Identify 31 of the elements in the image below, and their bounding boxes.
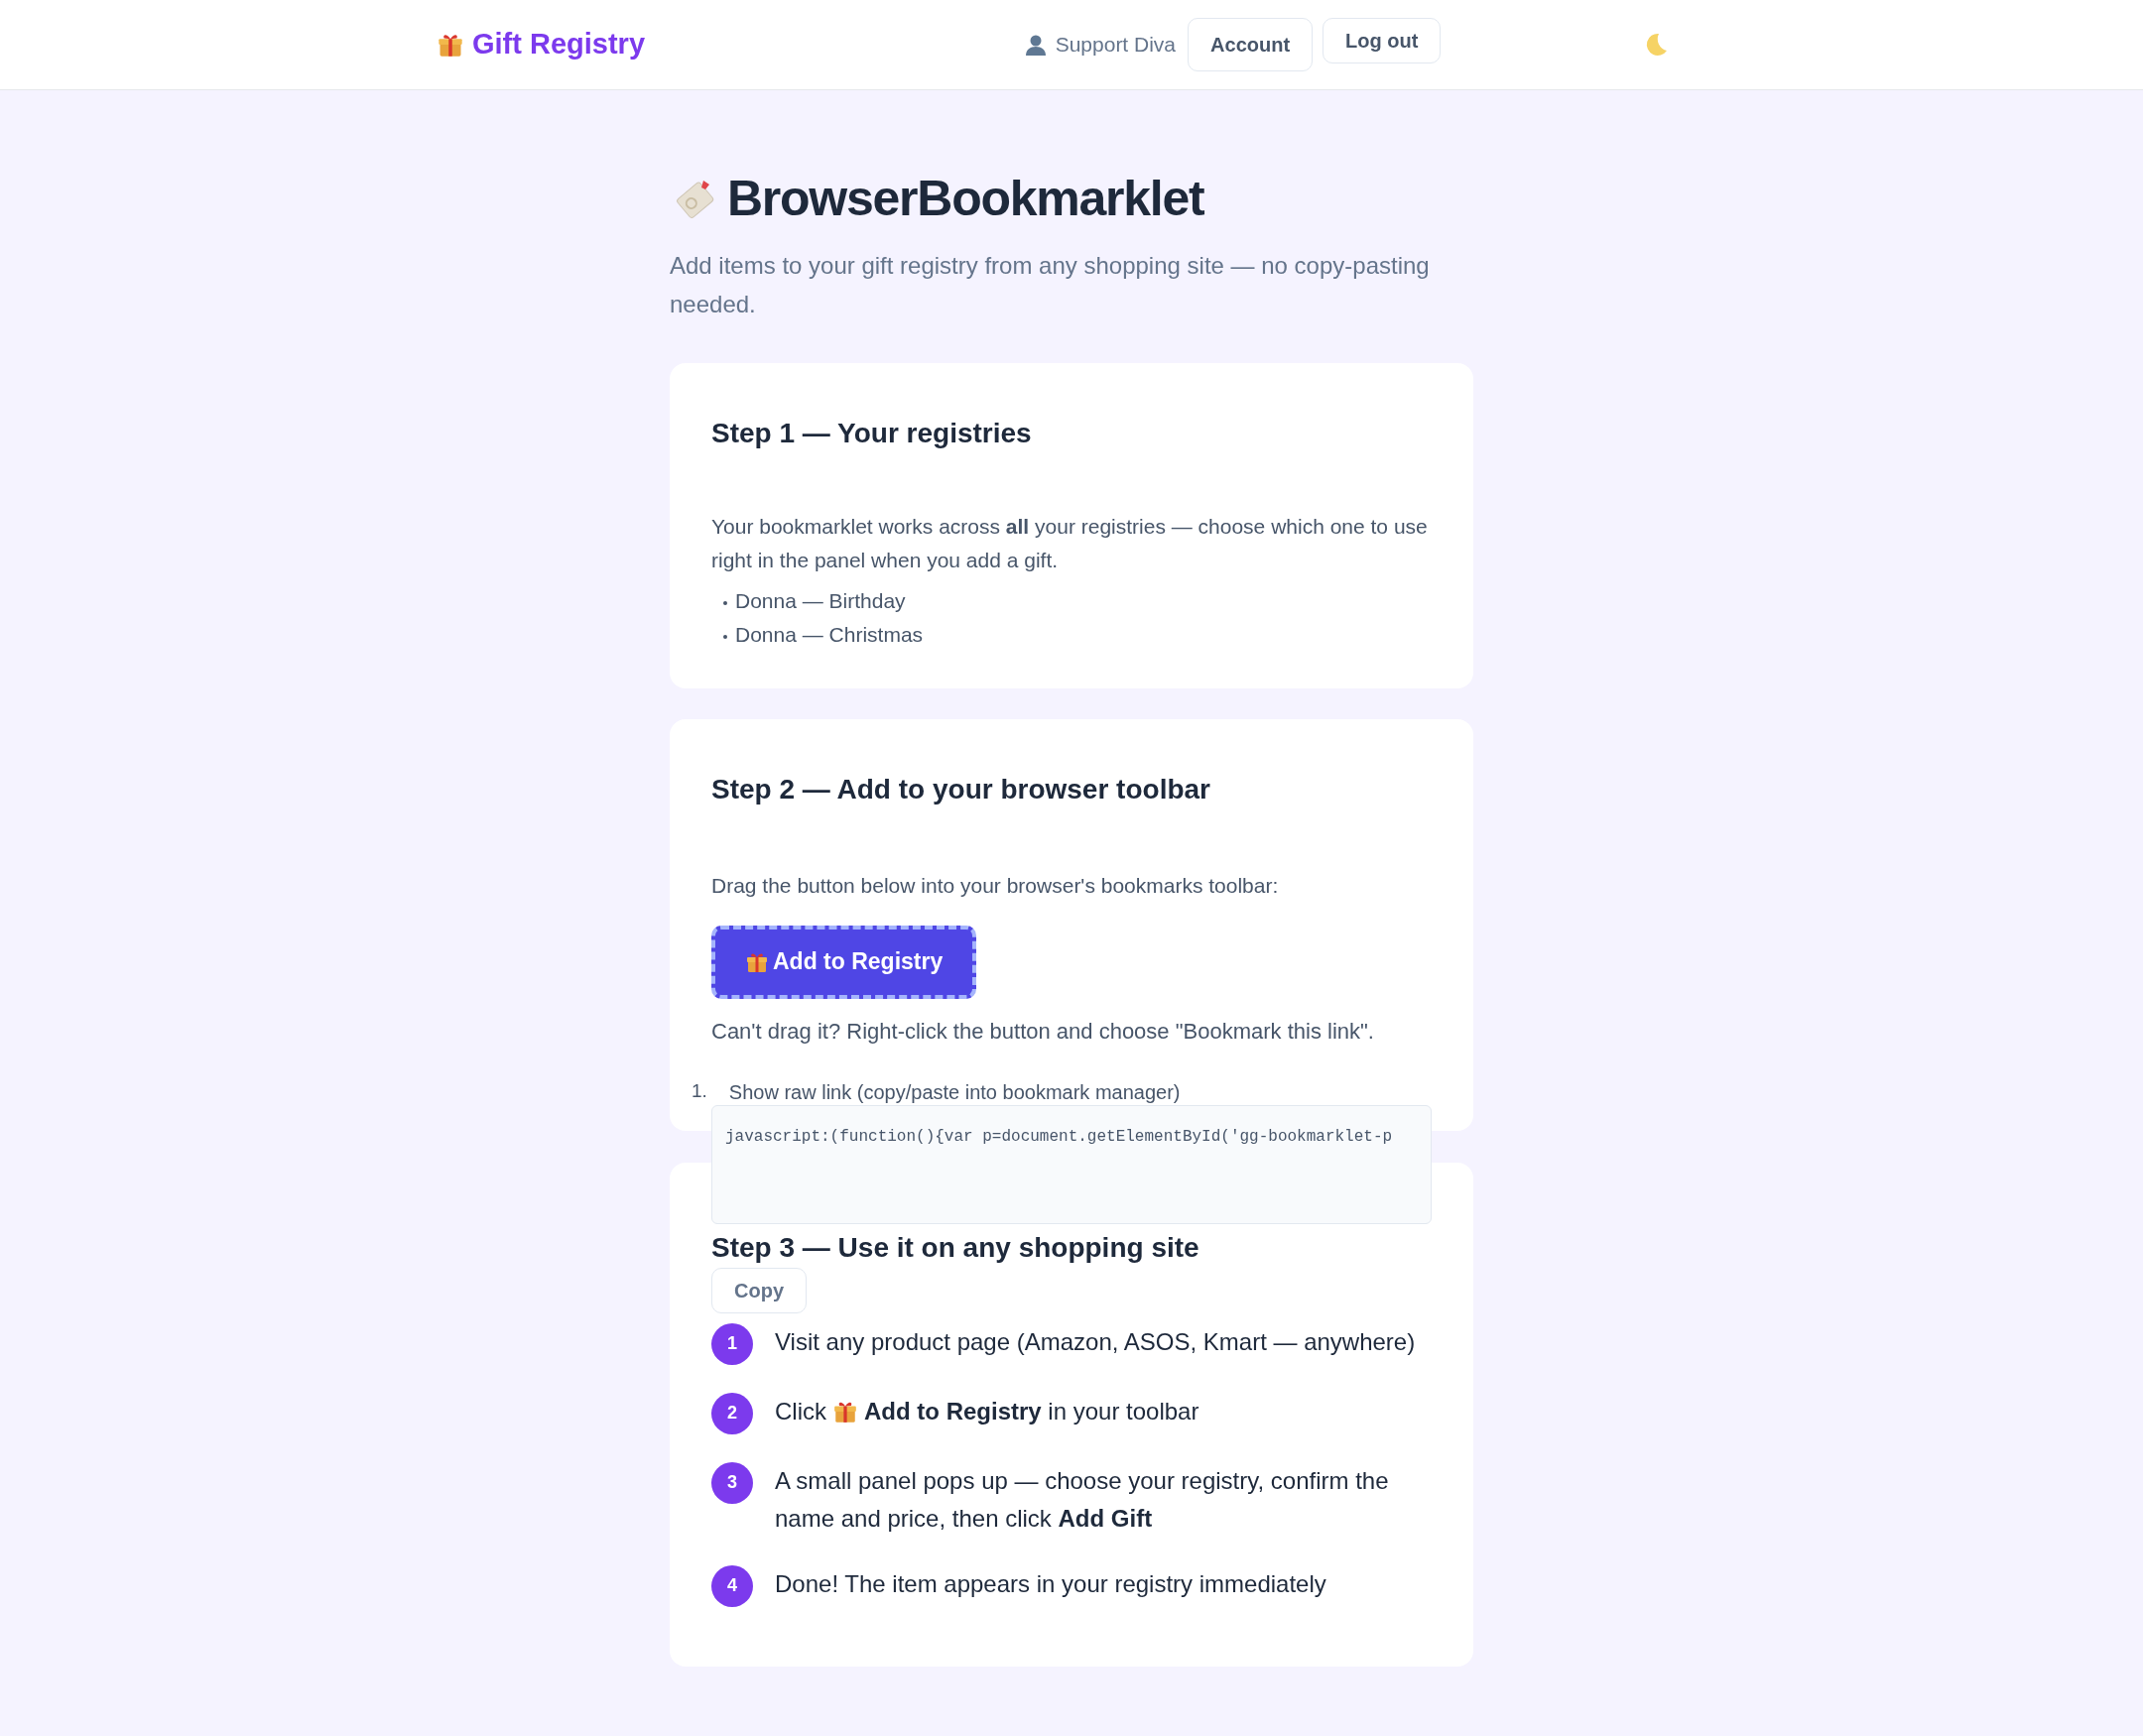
raw-link-toggle[interactable]: Show raw link (copy/paste into bookmark manager) <box>728 1076 1181 1107</box>
app-logo-text[interactable]: Gift Registry <box>472 23 646 66</box>
bullet-icon <box>723 601 727 605</box>
page-title: BrowserBookmarklet <box>727 170 1204 228</box>
step-text: Done! The item appears in your registry immediately <box>775 1568 1326 1599</box>
card-text: Drag the button below into your browser's bookmarks toolbar: <box>711 873 1280 899</box>
step-number: 3 <box>711 1461 753 1504</box>
user-name: Support Diva <box>1055 32 1177 59</box>
user-icon <box>1023 33 1048 57</box>
list-marker: 1. <box>692 1079 707 1104</box>
page-subtitle: Add items to your gift registry from any shopping site — no copy-pasting needed. <box>670 251 1431 319</box>
hint-text: Can't drag it? Right-click the button and choose "Bookmark this link". <box>711 1017 1375 1046</box>
step-text: A small panel pops up — choose your registry, confirm the name and price, then click Add Gift <box>775 1465 1390 1534</box>
step-number: 4 <box>711 1564 753 1607</box>
registry-name: Donna — Christmas <box>735 622 924 648</box>
card-heading: Step 1 — Your registries <box>711 417 1033 450</box>
step-number: 1 <box>711 1322 753 1365</box>
copy-button[interactable]: Copy <box>711 1267 807 1313</box>
step-text: Add to Registry in your toolbar <box>864 1396 1199 1426</box>
bullet-icon <box>723 635 727 639</box>
logout-button[interactable]: Log out <box>1323 18 1442 63</box>
code-box: javascript:(function(){var p=document.getElementById('gg-bookmarklet-p <box>711 1104 1432 1224</box>
registry-name: Donna — Birthday <box>735 588 906 614</box>
step-number: 2 <box>711 1392 753 1434</box>
step-text: Click <box>775 1396 826 1426</box>
card-text: Your bookmarklet works across all your registries — choose which one to use right in the panel when you add a gift. <box>711 514 1429 573</box>
card-heading: Step 3 — Use it on any shopping site <box>711 1231 1200 1264</box>
step-text: Visit any product page (Amazon, ASOS, Kmart — anywhere) <box>775 1326 1416 1357</box>
bookmarklet-button[interactable]: Add to Registry <box>711 925 977 999</box>
card-heading: Step 2 — Add to your browser toolbar <box>711 773 1211 806</box>
account-button[interactable]: Account <box>1188 18 1314 71</box>
